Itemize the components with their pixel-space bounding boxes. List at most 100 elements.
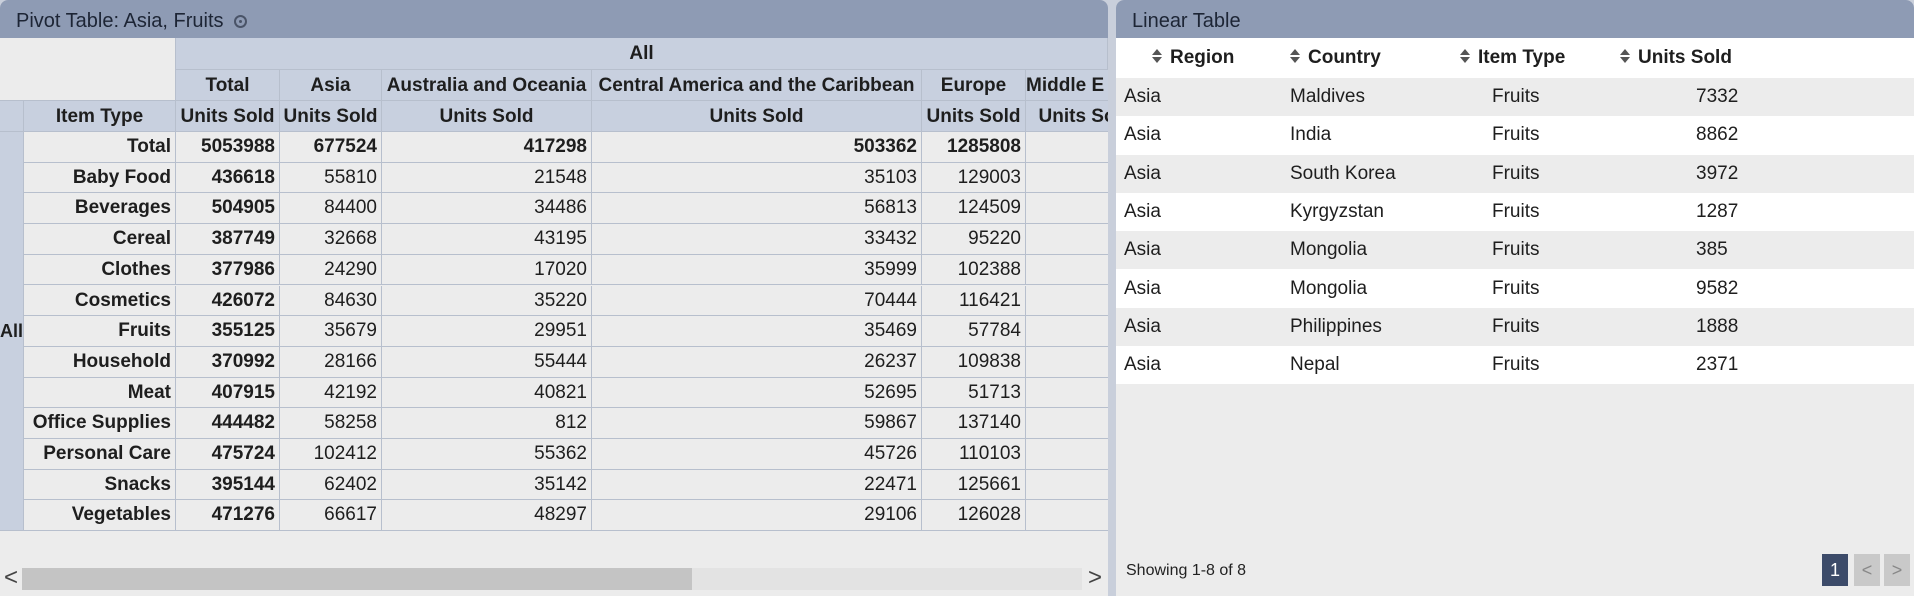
table-row[interactable]: Asia Philippines Fruits 1888 [1116,307,1914,346]
pivot-cell: 5053988 [176,132,280,163]
row-group-label[interactable]: All [0,132,24,532]
row-label[interactable]: Total [24,132,176,163]
sort-icon[interactable] [1620,49,1630,63]
pivot-cell: 35103 [592,162,922,194]
linear-table-header: Region Country Item Type Units Sold [1116,38,1914,78]
measure-header-0: Units Sold [176,101,280,132]
linear-table-panel: Linear Table Region Country Item Type Units… [1116,0,1914,596]
sort-icon[interactable] [1290,49,1300,63]
pivot-cell: 417298 [382,132,592,163]
pivot-cell-empty [1026,316,1108,347]
pivot-cell: 355125 [176,316,280,347]
table-row[interactable]: Asia Kyrgyzstan Fruits 1287 [1116,193,1914,231]
next-page-button[interactable]: > [1884,554,1910,586]
row-label[interactable]: Baby Food [24,162,176,194]
pivot-cell: 29106 [592,500,922,532]
pivot-cell: 137140 [922,408,1026,439]
scrollbar-thumb[interactable] [22,568,692,590]
pivot-cell: 124509 [922,193,1026,225]
table-row[interactable]: Asia South Korea Fruits 3972 [1116,154,1914,193]
horizontal-scrollbar[interactable]: < > [0,562,1108,596]
pivot-cell: 407915 [176,377,280,409]
pivot-cell-empty [1026,193,1108,225]
row-label[interactable]: Fruits [24,316,176,347]
scroll-left-icon[interactable]: < [4,566,18,590]
pivot-cell: 444482 [176,408,280,439]
sort-header-3[interactable]: Units Sold [1620,38,1732,78]
table-row[interactable]: Asia India Fruits 8862 [1116,116,1914,154]
table-cell: 1287 [1696,200,1739,222]
scroll-right-icon[interactable]: > [1088,566,1102,590]
sort-icon[interactable] [1460,49,1470,63]
row-label[interactable]: Meat [24,377,176,409]
sort-header-1[interactable]: Country [1290,38,1381,78]
table-cell: Kyrgyzstan [1290,200,1384,222]
table-cell: Asia [1124,162,1161,184]
pivot-cell-empty [1026,162,1108,194]
close-icon[interactable] [233,15,247,28]
pivot-cell: 35469 [592,316,922,347]
table-cell: India [1290,124,1332,146]
pivot-cell: 57784 [922,316,1026,347]
pivot-cell: 17020 [382,254,592,286]
page-1-button[interactable]: 1 [1822,554,1848,586]
pivot-cell: 1285808 [922,132,1026,163]
row-label[interactable]: Clothes [24,254,176,286]
table-row[interactable]: Asia Nepal Fruits 2371 [1116,346,1914,384]
row-label[interactable]: Household [24,346,176,378]
header-label: Item Type [1478,47,1566,68]
pagination-info: Showing 1-8 of 8 [1126,562,1247,579]
col-group-header[interactable]: All [176,38,1108,70]
pivot-cell: 40821 [382,377,592,409]
row-label[interactable]: Cosmetics [24,285,176,317]
measure-header-3: Units Sold [592,101,922,132]
sort-header-2[interactable]: Item Type [1460,38,1565,78]
pivot-cell: 84630 [280,285,382,317]
pivot-cell: 26237 [592,346,922,378]
row-label[interactable]: Office Supplies [24,408,176,439]
table-row[interactable]: Asia Mongolia Fruits 9582 [1116,270,1914,308]
prev-page-button[interactable]: < [1854,554,1880,586]
table-row[interactable]: Asia Mongolia Fruits 385 [1116,231,1914,270]
col-header-5[interactable]: Middle E [1026,70,1108,101]
table-cell: Mongolia [1290,239,1368,261]
table-row[interactable]: Asia Maldives Fruits 7332 [1116,78,1914,116]
header-label: Region [1170,47,1235,68]
pivot-cell: 33432 [592,224,922,255]
table-cell: 8862 [1696,124,1739,146]
col-header-2[interactable]: Australia and Oceania [382,70,592,101]
pivot-cell: 812 [382,408,592,439]
row-label[interactable]: Vegetables [24,500,176,532]
pivot-cell: 62402 [280,469,382,501]
col-header-1[interactable]: Asia [280,70,382,101]
pivot-cell: 52695 [592,377,922,409]
pivot-cell: 55362 [382,439,592,470]
pivot-cell: 503362 [592,132,922,163]
pivot-cell: 370992 [176,346,280,378]
row-label[interactable]: Snacks [24,469,176,501]
row-label[interactable]: Cereal [24,224,176,255]
sort-header-0[interactable]: Region [1152,38,1234,78]
pivot-cell: 51713 [922,377,1026,409]
table-cell: Fruits [1492,124,1540,146]
pivot-cell: 35220 [382,285,592,317]
col-header-4[interactable]: Europe [922,70,1026,101]
pivot-cell: 22471 [592,469,922,501]
pivot-cell: 126028 [922,500,1026,532]
pivot-cell-empty [1026,439,1108,470]
pivot-cell: 84400 [280,193,382,225]
table-cell: Fruits [1492,162,1540,184]
pivot-cell: 95220 [922,224,1026,255]
col-header-3[interactable]: Central America and the Caribbean [592,70,922,101]
pivot-grid: All Total Asia Australia and Oceania Central… [0,38,1108,532]
pivot-cell: 377986 [176,254,280,286]
row-label[interactable]: Personal Care [24,439,176,470]
row-label[interactable]: Beverages [24,193,176,225]
pivot-cell: 35679 [280,316,382,347]
measure-header-5: Units Sold [1026,101,1108,132]
col-header-0[interactable]: Total [176,70,280,101]
table-cell: Fruits [1492,354,1540,376]
row-header-item-type[interactable]: Item Type [24,101,176,132]
pivot-cell: 35142 [382,469,592,501]
sort-icon[interactable] [1152,49,1162,63]
